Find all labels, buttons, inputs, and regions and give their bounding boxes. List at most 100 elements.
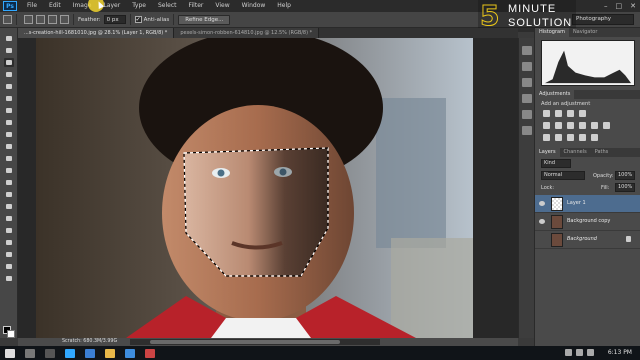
background-building <box>376 98 446 248</box>
minimize-button[interactable]: – <box>604 2 608 10</box>
subtract-selection-icon[interactable] <box>48 15 57 24</box>
start-icon[interactable] <box>5 348 15 358</box>
eyedropper-tool-icon[interactable] <box>4 94 14 103</box>
eraser-tool-icon[interactable] <box>4 154 14 163</box>
move-tool-icon[interactable] <box>4 34 14 43</box>
document-tabs: ...s-creation-hill-1681010.jpg @ 28.1% (… <box>18 28 518 38</box>
layer-row-layer-1[interactable]: Layer 1 <box>535 195 640 213</box>
right-iris <box>279 168 287 176</box>
photoshop-taskbar-icon[interactable] <box>65 348 75 358</box>
background-color-swatch[interactable] <box>7 330 15 338</box>
info-panel-icon[interactable] <box>522 78 532 87</box>
gradient-tool-icon[interactable] <box>4 166 14 175</box>
workspace-select[interactable]: Photography <box>572 14 634 25</box>
shape-tool-icon[interactable] <box>4 238 14 247</box>
edge-icon[interactable] <box>85 348 95 358</box>
channel-mixer-icon[interactable] <box>603 122 610 129</box>
document-tab-active[interactable]: ...s-creation-hill-1681010.jpg @ 28.1% (… <box>18 28 175 38</box>
quick-select-tool-icon[interactable] <box>4 70 14 79</box>
layer-row-background-copy[interactable]: Background copy <box>535 213 640 231</box>
antialias-checkbox[interactable]: ✓ <box>134 16 142 23</box>
zoom-tool-icon[interactable] <box>4 262 14 271</box>
more-tools-icon[interactable] <box>4 274 14 283</box>
vibrance-icon[interactable] <box>543 122 550 129</box>
media-app-icon[interactable] <box>145 348 155 358</box>
close-button[interactable]: ✕ <box>630 2 636 10</box>
taskbar-clock[interactable]: 6:13 PM <box>608 346 632 360</box>
windows-taskbar: 6:13 PM <box>0 346 640 360</box>
selective-color-icon[interactable] <box>591 134 598 141</box>
hand-tool-icon[interactable] <box>4 250 14 259</box>
brightness-contrast-icon[interactable] <box>543 110 550 117</box>
clone-stamp-tool-icon[interactable] <box>4 130 14 139</box>
menu-type[interactable]: Type <box>126 0 152 12</box>
battery-icon[interactable] <box>587 349 594 356</box>
new-selection-icon[interactable] <box>24 15 33 24</box>
feather-input[interactable]: 0 px <box>103 15 126 24</box>
tab-navigator[interactable]: Navigator <box>569 28 601 37</box>
maximize-button[interactable]: □ <box>616 2 623 10</box>
fill-input[interactable]: 100% <box>615 183 635 192</box>
pen-tool-icon[interactable] <box>4 202 14 211</box>
tab-paths[interactable]: Paths <box>591 148 613 157</box>
scrollbar-thumb[interactable] <box>150 340 340 344</box>
photo-filter-icon[interactable] <box>591 122 598 129</box>
marquee-tool-icon[interactable] <box>4 46 14 55</box>
posterize-icon[interactable] <box>555 134 562 141</box>
invert-icon[interactable] <box>543 134 550 141</box>
volume-icon[interactable] <box>576 349 583 356</box>
task-view-icon[interactable] <box>45 348 55 358</box>
color-balance-icon[interactable] <box>567 122 574 129</box>
tab-channels[interactable]: Channels <box>560 148 591 157</box>
brush-tool-icon[interactable] <box>4 118 14 127</box>
layer-row-background[interactable]: Background <box>535 231 640 249</box>
history-brush-tool-icon[interactable] <box>4 142 14 151</box>
store-icon[interactable] <box>125 348 135 358</box>
intersect-selection-icon[interactable] <box>60 15 69 24</box>
add-selection-icon[interactable] <box>36 15 45 24</box>
menu-edit[interactable]: Edit <box>43 0 67 12</box>
crop-tool-icon[interactable] <box>4 82 14 91</box>
menu-select[interactable]: Select <box>152 0 183 12</box>
document-tab[interactable]: pexels-simon-robben-614810.jpg @ 12.5% (… <box>174 28 320 38</box>
lasso-tool-icon[interactable] <box>4 58 14 67</box>
history-panel-icon[interactable] <box>522 46 532 55</box>
tab-layers[interactable]: Layers <box>535 148 560 157</box>
path-selection-tool-icon[interactable] <box>4 226 14 235</box>
file-explorer-icon[interactable] <box>105 348 115 358</box>
canvas-area[interactable] <box>18 38 518 338</box>
menu-window[interactable]: Window <box>236 0 272 12</box>
black-white-icon[interactable] <box>579 122 586 129</box>
curves-icon[interactable] <box>567 110 574 117</box>
menu-file[interactable]: File <box>21 0 43 12</box>
layer-filter-kind[interactable]: Kind <box>541 159 571 168</box>
eye-icon[interactable] <box>539 201 545 206</box>
eye-icon[interactable] <box>539 219 545 224</box>
lasso-preset-icon[interactable] <box>3 15 12 24</box>
exposure-icon[interactable] <box>579 110 586 117</box>
character-panel-icon[interactable] <box>522 110 532 119</box>
opacity-input[interactable]: 100% <box>615 171 635 180</box>
dodge-tool-icon[interactable] <box>4 190 14 199</box>
tab-histogram[interactable]: Histogram <box>535 28 569 37</box>
blend-mode-select[interactable]: Normal <box>541 171 585 180</box>
network-icon[interactable] <box>565 349 572 356</box>
properties-panel-icon[interactable] <box>522 62 532 71</box>
lock-icon <box>626 236 631 242</box>
hue-saturation-icon[interactable] <box>555 122 562 129</box>
menu-view[interactable]: View <box>209 0 235 12</box>
threshold-icon[interactable] <box>567 134 574 141</box>
blur-tool-icon[interactable] <box>4 178 14 187</box>
brush-panel-icon[interactable] <box>522 94 532 103</box>
type-tool-icon[interactable] <box>4 214 14 223</box>
search-icon[interactable] <box>25 348 35 358</box>
healing-brush-tool-icon[interactable] <box>4 106 14 115</box>
levels-icon[interactable] <box>555 110 562 117</box>
gradient-map-icon[interactable] <box>579 134 586 141</box>
tab-adjustments[interactable]: Adjustments <box>535 90 575 99</box>
menu-help[interactable]: Help <box>271 0 297 12</box>
paragraph-panel-icon[interactable] <box>522 126 532 135</box>
photo-canvas[interactable] <box>36 38 473 338</box>
menu-filter[interactable]: Filter <box>183 0 210 12</box>
refine-edge-button[interactable]: Refine Edge... <box>178 14 231 25</box>
